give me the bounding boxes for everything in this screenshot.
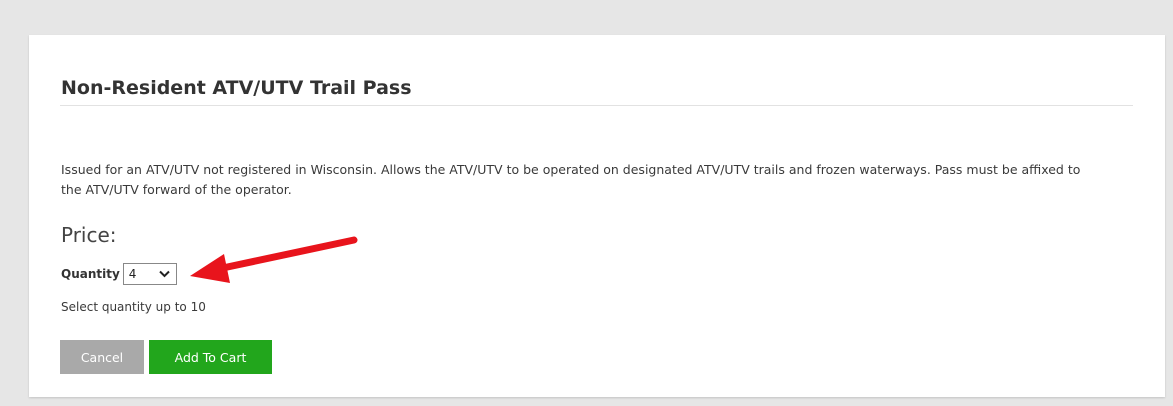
quantity-row: Quantity 4	[61, 263, 177, 285]
chevron-down-icon	[159, 270, 170, 278]
product-card: Non-Resident ATV/UTV Trail Pass Issued f…	[29, 35, 1165, 397]
cancel-button[interactable]: Cancel	[60, 340, 144, 374]
quantity-label: Quantity	[61, 267, 120, 281]
quantity-select[interactable]: 4	[122, 263, 177, 285]
title-divider	[60, 105, 1133, 106]
product-description: Issued for an ATV/UTV not registered in …	[61, 162, 1081, 197]
add-to-cart-button[interactable]: Add To Cart	[149, 340, 272, 374]
quantity-selected-value: 4	[128, 267, 137, 281]
red-arrow-icon	[190, 236, 358, 283]
price-label: Price:	[61, 223, 117, 247]
page-title: Non-Resident ATV/UTV Trail Pass	[61, 77, 412, 99]
quantity-hint: Select quantity up to 10	[61, 300, 206, 314]
